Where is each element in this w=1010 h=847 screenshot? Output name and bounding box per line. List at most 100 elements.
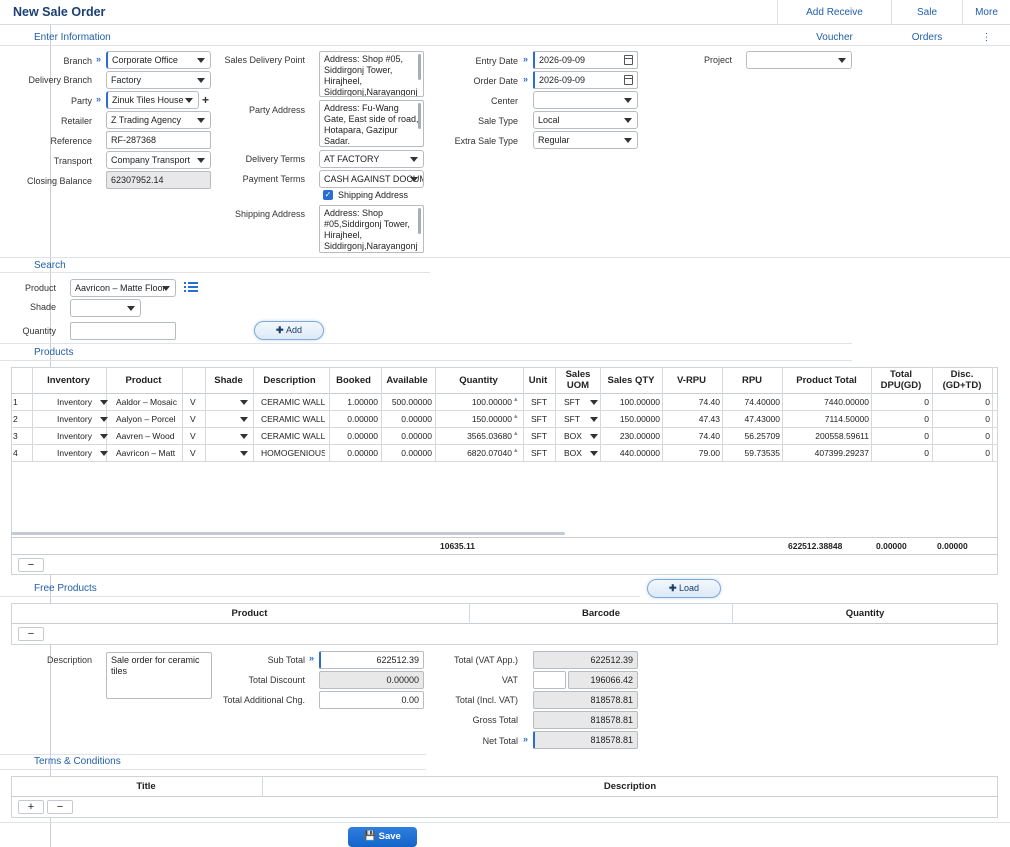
chevron-down-icon[interactable] xyxy=(100,434,108,439)
row-inventory[interactable]: Inventory xyxy=(57,411,99,427)
col-rpu[interactable]: RPU xyxy=(722,375,782,386)
transport-select[interactable]: Company Transport xyxy=(106,151,211,169)
row-rpu[interactable]: 47.43000 xyxy=(723,411,780,427)
search-quantity-input[interactable] xyxy=(70,322,176,340)
col-terms-title[interactable]: Title xyxy=(30,781,262,792)
row-description[interactable]: CERAMIC WALL xyxy=(261,411,325,427)
col-product[interactable]: Product xyxy=(106,375,181,386)
col-sales-uom[interactable]: Sales UOM xyxy=(556,369,600,391)
row-sales-qty[interactable]: 230.00000 xyxy=(601,428,660,444)
row-total-dpu[interactable]: 0 xyxy=(872,394,929,410)
scrollbar[interactable] xyxy=(418,54,421,80)
row-description[interactable]: CERAMIC WALL xyxy=(261,428,325,444)
row-product-total[interactable]: 7114.50000 xyxy=(783,411,869,427)
row-sales-uom[interactable]: BOX xyxy=(564,428,584,444)
row-total-dpu[interactable]: 0 xyxy=(872,445,929,461)
col-unit[interactable]: Unit xyxy=(523,375,553,386)
chevron-down-icon[interactable] xyxy=(100,400,108,405)
row-disc[interactable]: 0 xyxy=(933,394,990,410)
scrollbar[interactable] xyxy=(418,103,421,129)
row-rpu[interactable]: 56.25709 xyxy=(723,428,780,444)
shipping-address-textarea[interactable]: Address: Shop #05,Siddirgonj Tower, Hira… xyxy=(319,205,424,253)
search-shade-select[interactable] xyxy=(70,299,141,317)
row-sales-uom[interactable]: SFT xyxy=(564,394,584,410)
scrollbar[interactable] xyxy=(418,208,421,234)
add-party-icon[interactable]: + xyxy=(202,93,209,107)
remove-product-button[interactable]: − xyxy=(18,558,44,572)
subtotal-lookup-icon[interactable]: » xyxy=(309,653,314,663)
row-quantity[interactable]: 150.00000 xyxy=(436,411,512,427)
row-sales-qty[interactable]: 440.00000 xyxy=(601,445,660,461)
row-product[interactable]: Aavricon – Matt xyxy=(116,445,180,461)
spinner-icon[interactable]: ▴ xyxy=(514,447,518,454)
chevron-down-icon[interactable] xyxy=(590,400,598,405)
row-product[interactable]: Aaldor – Mosaic xyxy=(116,394,180,410)
entry-date-input[interactable]: 2026-09-09 xyxy=(533,51,638,69)
project-select[interactable] xyxy=(746,51,852,69)
net-total-lookup-icon[interactable]: » xyxy=(523,734,528,744)
row-v-rpu[interactable]: 74.40 xyxy=(663,394,720,410)
row-total-dpu[interactable]: 0 xyxy=(872,411,929,427)
col-free-product[interactable]: Product xyxy=(30,608,469,619)
row-description[interactable]: CERAMIC WALL xyxy=(261,394,325,410)
chevron-down-icon[interactable] xyxy=(240,451,248,456)
spinner-icon[interactable]: ▴ xyxy=(514,413,518,420)
horizontal-scrollbar[interactable] xyxy=(11,532,565,535)
spinner-icon[interactable]: ▴ xyxy=(514,396,518,403)
row-inventory[interactable]: Inventory xyxy=(57,428,99,444)
chevron-down-icon[interactable] xyxy=(100,417,108,422)
branch-select[interactable]: Corporate Office xyxy=(106,51,211,69)
row-product[interactable]: Aavren – Wood xyxy=(116,428,180,444)
row-rpu[interactable]: 74.40000 xyxy=(723,394,780,410)
add-button[interactable]: ✚ Add xyxy=(254,321,324,340)
row-quantity[interactable]: 6820.07040 xyxy=(436,445,512,461)
calendar-icon[interactable] xyxy=(624,55,633,65)
delivery-branch-select[interactable]: Factory xyxy=(106,71,211,89)
col-booked[interactable]: Booked xyxy=(329,375,378,386)
row-disc[interactable]: 0 xyxy=(933,428,990,444)
chevron-down-icon[interactable] xyxy=(100,451,108,456)
col-product-total[interactable]: Product Total xyxy=(782,375,871,386)
col-available[interactable]: Available xyxy=(381,375,433,386)
col-free-barcode[interactable]: Barcode xyxy=(470,608,732,619)
load-button[interactable]: ✚ Load xyxy=(647,579,721,598)
add-term-button[interactable]: + xyxy=(18,800,44,814)
sale-type-select[interactable]: Local xyxy=(533,111,638,129)
more-menu[interactable]: More ⋮ xyxy=(962,0,1010,43)
row-quantity[interactable]: 100.00000 xyxy=(436,394,512,410)
row-total-dpu[interactable]: 0 xyxy=(872,428,929,444)
row-inventory[interactable]: Inventory xyxy=(57,445,99,461)
chevron-down-icon[interactable] xyxy=(590,417,598,422)
row-product-total[interactable]: 407399.29237 xyxy=(783,445,869,461)
col-free-quantity[interactable]: Quantity xyxy=(733,608,997,619)
col-inventory[interactable]: Inventory xyxy=(35,375,102,386)
spinner-icon[interactable]: ▴ xyxy=(514,430,518,437)
calendar-icon[interactable] xyxy=(624,75,633,85)
party-lookup-icon[interactable]: » xyxy=(96,94,101,104)
description-textarea[interactable]: Sale order for ceramic tiles xyxy=(106,652,212,699)
row-disc[interactable]: 0 xyxy=(933,445,990,461)
row-v-flag[interactable]: V xyxy=(190,445,200,461)
col-terms-description[interactable]: Description xyxy=(263,781,997,792)
reference-input[interactable]: RF-287368 xyxy=(106,131,211,149)
col-disc[interactable]: Disc. (GD+TD) xyxy=(932,369,992,391)
row-product-total[interactable]: 7440.00000 xyxy=(783,394,869,410)
row-v-rpu[interactable]: 74.40 xyxy=(663,428,720,444)
row-inventory[interactable]: Inventory xyxy=(57,394,99,410)
order-date-lookup-icon[interactable]: » xyxy=(523,74,528,84)
row-v-flag[interactable]: V xyxy=(190,394,200,410)
chevron-down-icon[interactable] xyxy=(240,417,248,422)
vat-percent-input[interactable] xyxy=(533,671,566,689)
branch-lookup-icon[interactable]: » xyxy=(96,54,101,64)
row-sales-qty[interactable]: 100.00000 xyxy=(601,394,660,410)
col-total-dpu[interactable]: Total DPU(GD) xyxy=(871,369,931,391)
sale-orders-link[interactable]: Sale Orders xyxy=(891,0,962,43)
list-icon[interactable] xyxy=(184,281,198,293)
remove-term-button[interactable]: − xyxy=(47,800,73,814)
row-v-flag[interactable]: V xyxy=(190,428,200,444)
search-product-select[interactable]: Aavricon – Matte Floor xyxy=(70,279,176,297)
row-sales-uom[interactable]: BOX xyxy=(564,445,584,461)
row-disc[interactable]: 0 xyxy=(933,411,990,427)
chevron-down-icon[interactable] xyxy=(590,451,598,456)
row-rpu[interactable]: 59.73535 xyxy=(723,445,780,461)
